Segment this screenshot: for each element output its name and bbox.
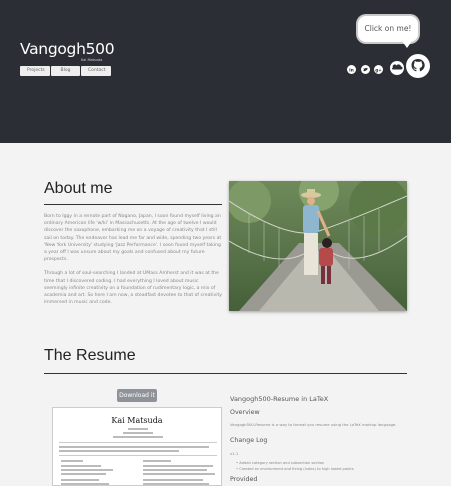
bubble-tail [402, 41, 412, 48]
nav-projects-button[interactable]: Projects [20, 66, 50, 76]
about-text: Born to Iggy in a remote part of Nagano,… [44, 213, 222, 313]
resume-preview[interactable]: Kai Matsuda [52, 407, 222, 486]
resume-text-line [113, 436, 163, 438]
resume-text-line [61, 479, 99, 481]
changelog-heading: Change Log [230, 437, 268, 444]
brand-title[interactable]: Vangogh500 [20, 40, 115, 58]
resume-text-line [59, 450, 179, 452]
about-heading: About me [44, 180, 113, 197]
nav-contact-button[interactable]: Contact [81, 66, 111, 76]
overview-text: Vangogh500-Resume is a way to format you… [230, 422, 397, 427]
overview-heading: Overview [230, 409, 260, 416]
about-paragraph-1: Born to Iggy in a remote part of Nagano,… [44, 214, 222, 263]
resume-section-head [143, 460, 171, 462]
linkedin-icon[interactable]: in [347, 65, 356, 74]
click-me-bubble[interactable]: Click on me! [358, 16, 418, 42]
changelog-item-text: Added category section and subsection se… [239, 461, 325, 465]
resume-text-line [123, 432, 153, 434]
resume-text-line [61, 469, 113, 471]
main-nav: Projects Blog Contact [20, 66, 111, 76]
resume-side-title: Vangogh500-Resume in LaTeX [230, 395, 329, 403]
svg-text:g+: g+ [375, 67, 382, 72]
resume-heading: The Resume [44, 347, 136, 364]
resume-section-head [61, 460, 83, 462]
resume-text-line [143, 473, 215, 475]
site-header: Vangogh500 Kai Matsuda Projects Blog Con… [0, 0, 451, 143]
changelog-item: • Created an environment and fixing (ind… [236, 467, 354, 471]
resume-text-line [61, 483, 109, 485]
resume-text-line [143, 469, 207, 471]
resume-text-line [143, 465, 213, 467]
resume-text-line [143, 479, 203, 481]
about-photo [229, 181, 407, 311]
about-paragraph-2: Through a lot of soul-searching I landed… [44, 271, 223, 306]
about-divider [44, 204, 222, 205]
provided-heading: Provided [230, 476, 258, 483]
resume-text-line [59, 446, 209, 448]
resume-text-line [143, 483, 209, 485]
changelog-version: v1.1 [230, 451, 239, 456]
resume-text-line [61, 473, 106, 475]
resume-text-line [128, 428, 148, 430]
resume-rule [59, 455, 217, 456]
soundcloud-icon[interactable] [390, 61, 404, 75]
brand-subtitle: Kai Matsuda [81, 58, 103, 62]
resume-sheet-name: Kai Matsuda [111, 416, 163, 425]
google-plus-icon[interactable]: g+ [374, 65, 383, 74]
nav-blog-button[interactable]: Blog [51, 66, 80, 76]
github-icon[interactable] [406, 54, 430, 78]
changelog-item-text: Created an environment and fixing (index… [239, 467, 354, 471]
resume-divider [44, 373, 407, 374]
resume-text-line [61, 465, 101, 467]
download-resume-button[interactable]: Download it [117, 389, 157, 402]
changelog-item: • Added category section and subsection … [236, 461, 325, 465]
svg-text:in: in [349, 67, 354, 73]
resume-rule [59, 442, 217, 443]
twitter-icon[interactable] [361, 65, 370, 74]
